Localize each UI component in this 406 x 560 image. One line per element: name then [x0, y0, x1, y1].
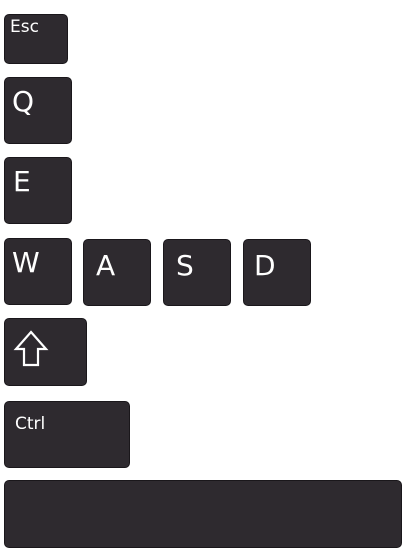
key-d-label: D: [254, 249, 276, 282]
key-e-label: E: [13, 165, 31, 198]
key-d[interactable]: D: [243, 239, 311, 306]
key-q[interactable]: Q: [4, 77, 72, 144]
key-a-label: A: [96, 249, 116, 282]
key-s-label: S: [176, 249, 194, 282]
key-shift[interactable]: [4, 318, 87, 386]
key-esc[interactable]: Esc: [4, 14, 68, 64]
key-esc-label: Esc: [10, 17, 39, 37]
shift-arrow-icon: [13, 330, 49, 367]
key-e[interactable]: E: [4, 157, 72, 224]
key-w-label: W: [12, 246, 40, 279]
key-ctrl-label: Ctrl: [15, 414, 46, 434]
key-q-label: Q: [12, 85, 35, 118]
key-s[interactable]: S: [163, 239, 231, 306]
key-space[interactable]: [4, 480, 402, 548]
key-ctrl[interactable]: Ctrl: [4, 401, 130, 468]
key-w[interactable]: W: [4, 238, 72, 305]
key-a[interactable]: A: [83, 239, 151, 306]
